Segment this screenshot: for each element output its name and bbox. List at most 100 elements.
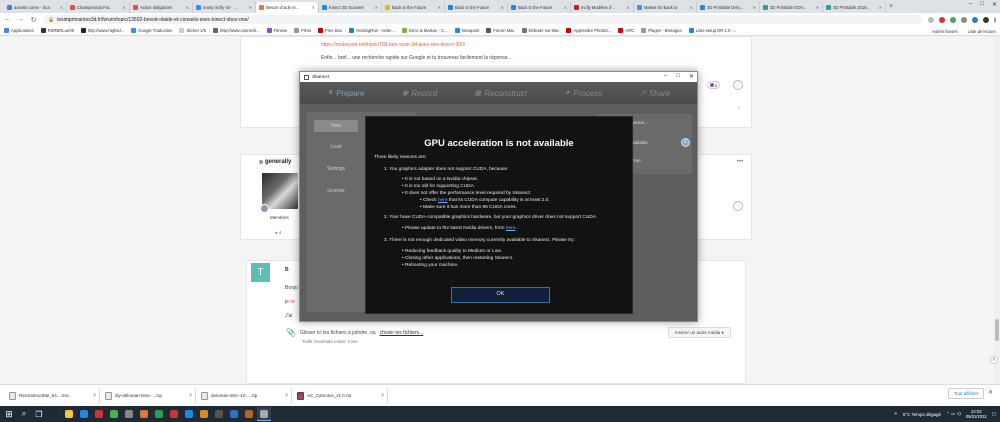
app-icon[interactable] — [242, 407, 256, 421]
browser-tab[interactable]: Back to the Future ✕ — [382, 2, 445, 13]
bookmark-item[interactable]: Slicker 1/5 — [179, 28, 206, 33]
bookmark-item[interactable]: Déco & Maison - C... — [401, 28, 448, 33]
bookmark-item[interactable]: http://www.highsd... — [80, 28, 124, 33]
browser-tab[interactable]: 3D Printable 2016... ✕ — [823, 2, 886, 13]
bookmark-item[interactable]: Novapost — [454, 28, 479, 33]
browser-tab[interactable]: Kinect 3D Scanner ✕ — [319, 2, 382, 13]
author-name[interactable]: generally — [265, 159, 291, 165]
app-icon[interactable] — [212, 407, 226, 421]
bookmark-item[interactable]: Liste setup DR 2.0 -... — [688, 28, 736, 33]
browser-tab[interactable]: acsetto corse - Sca ✕ — [4, 2, 67, 13]
heart-icon[interactable]: ♡ — [733, 80, 743, 90]
maximize-icon[interactable]: □ — [980, 1, 984, 8]
browser-tab[interactable]: 3D Printable DOV... ✕ — [760, 2, 823, 13]
sidebar-item-license[interactable]: License — [314, 188, 358, 194]
new-tab-icon[interactable]: + — [889, 3, 893, 10]
avatar[interactable] — [260, 173, 298, 213]
extension-icon[interactable] — [939, 16, 945, 23]
sidebar-item-settings[interactable]: Settings — [314, 166, 358, 172]
close-icon[interactable]: ✕ — [988, 389, 993, 396]
app-icon[interactable] — [122, 407, 136, 421]
minimize-icon[interactable]: – — [969, 1, 972, 8]
extension-icon[interactable] — [950, 16, 956, 23]
steam-icon[interactable] — [47, 407, 61, 421]
tab-close-icon[interactable]: ✕ — [438, 5, 441, 10]
app-icon[interactable] — [197, 407, 211, 421]
editor-link[interactable]: re — [290, 299, 294, 305]
browser-tab[interactable]: 3D Printable Delo... ✕ — [697, 2, 760, 13]
bookmark-item[interactable]: Fitness — [266, 28, 287, 33]
download-item[interactable]: AC_Camotos_v1.0.rar ˄ — [294, 387, 388, 404]
download-item[interactable]: diy-delorean-time-....zip ˄ — [102, 387, 196, 404]
info-icon[interactable]: i — [681, 138, 690, 147]
tab-close-icon[interactable]: ✕ — [564, 5, 567, 10]
tab-close-icon[interactable]: ✕ — [312, 5, 315, 10]
scroll-top-icon[interactable]: ˄ — [990, 356, 998, 364]
share-icon[interactable]: ≺ — [737, 105, 741, 111]
tab-close-icon[interactable]: ✕ — [627, 5, 630, 10]
bookmark-item[interactable]: http://www.connecti... — [213, 28, 260, 33]
bookmark-item[interactable]: Free Box — [318, 28, 342, 33]
scrollbar-thumb[interactable] — [995, 319, 999, 341]
browser-tab[interactable]: marty mcfly sti - ... ✕ — [193, 2, 256, 13]
tab-close-icon[interactable]: ✕ — [249, 5, 252, 10]
close-icon[interactable]: ✕ — [689, 73, 694, 80]
tab-reconstruct[interactable]: ▦ Reconstruct — [475, 89, 527, 98]
extension-icon[interactable] — [961, 16, 967, 23]
browser-tab[interactable]: Championnat Fra... ✕ — [67, 2, 130, 13]
app-icon[interactable] — [227, 407, 241, 421]
post-author[interactable]: generally — [259, 159, 291, 165]
chevron-up-icon[interactable]: ˄ — [93, 393, 96, 399]
browser-tab[interactable]: Besoin d'aide et... ✕ — [256, 2, 319, 13]
chevron-up-icon[interactable]: ˄ — [189, 393, 192, 399]
url-input[interactable]: 🔒 lesimprimantes3d.fr/forum/topic/13502-… — [43, 15, 922, 24]
ok-button[interactable]: OK — [451, 287, 550, 303]
download-item[interactable]: ReconstructMe_64....msi ˄ — [6, 387, 100, 404]
bookmark-item[interactable]: Google Traduction — [131, 28, 172, 33]
chrome-icon[interactable] — [107, 407, 121, 421]
more-icon[interactable]: ••• — [737, 159, 743, 165]
browser-tab[interactable]: Makes for Back to ✕ — [634, 2, 697, 13]
tab-close-icon[interactable]: ✕ — [186, 5, 189, 10]
tray-icons[interactable]: ⌃ ▭ ◖) — [946, 411, 961, 417]
tab-share[interactable]: ↗ Share — [640, 89, 670, 98]
browser-tab[interactable]: Back to the Future ✕ — [445, 2, 508, 13]
insert-media-button[interactable]: Insérer un autre média ▾ — [668, 327, 731, 338]
bookmark-item[interactable]: ARC — [618, 28, 634, 33]
tab-close-icon[interactable]: ✕ — [753, 5, 756, 10]
app-icon[interactable] — [167, 407, 181, 421]
star-icon[interactable] — [928, 16, 934, 23]
tab-prepare[interactable]: ⚘ Prepare — [327, 89, 365, 98]
bookmark-item[interactable]: Débuter sur Mac — [521, 28, 559, 33]
bold-button[interactable]: B — [285, 267, 289, 273]
reading-list-button[interactable]: Liste de lecture — [968, 29, 996, 34]
close-icon[interactable]: ✕ — [992, 1, 997, 8]
notification-icon[interactable]: ▢ — [992, 411, 996, 417]
bookmark-item[interactable]: RSRBRLue09 — [40, 28, 74, 33]
bookmark-item[interactable]: Applications — [4, 28, 34, 33]
chevron-up-icon[interactable]: ˄ — [285, 393, 288, 399]
tab-close-icon[interactable]: ✕ — [690, 5, 693, 10]
file-explorer-icon[interactable] — [62, 407, 76, 421]
download-item[interactable]: delorean-dmc-12-....zip ˄ — [198, 387, 292, 404]
app-icon[interactable] — [182, 407, 196, 421]
bookmark-item[interactable]: Plages - Bretagne — [641, 28, 682, 33]
maximize-icon[interactable]: □ — [676, 73, 680, 80]
browser-tab[interactable]: Back to the Future ✕ — [508, 2, 571, 13]
bookmark-item[interactable]: Films — [294, 28, 311, 33]
attachment-dropzone[interactable]: 📎 Glisser ici les fichiers à joindre, ou… — [286, 328, 423, 337]
tab-process[interactable]: ✦ Process — [565, 89, 603, 98]
skanect-icon[interactable] — [257, 407, 271, 421]
post-link[interactable]: https://makeyvet.net/topic/703-tuto-scan… — [321, 42, 465, 48]
app-icon[interactable] — [92, 407, 106, 421]
heart-icon[interactable]: ♡ — [733, 201, 743, 211]
search-icon[interactable]: ⌕ — [17, 407, 31, 421]
back-icon[interactable]: ← — [4, 16, 11, 23]
sidebar-item-load[interactable]: Load — [314, 144, 358, 150]
reload-icon[interactable]: ↻ — [30, 16, 37, 24]
weather-text[interactable]: 6°C Temps dégagé — [903, 412, 941, 417]
forward-icon[interactable]: → — [17, 16, 24, 23]
app-icon[interactable] — [137, 407, 151, 421]
tab-close-icon[interactable]: ✕ — [60, 5, 63, 10]
tab-close-icon[interactable]: ✕ — [123, 5, 126, 10]
